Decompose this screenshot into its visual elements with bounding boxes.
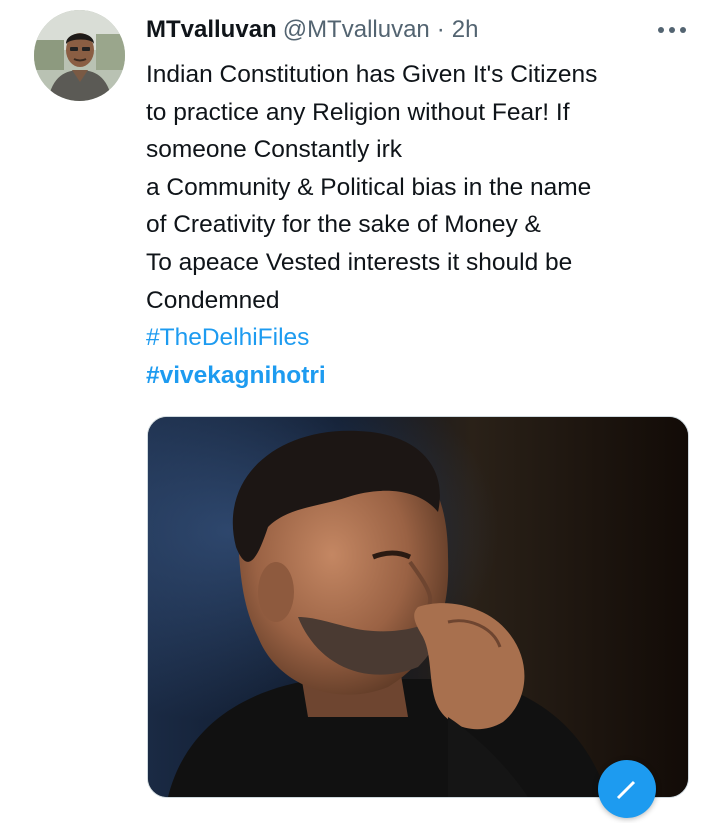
tweet[interactable]: MTvalluvan @MTvalluvan · 2h Indian Const… [0, 0, 710, 818]
tweet-text-line: someone Constantly irk [146, 136, 403, 164]
tweet-header: MTvalluvan @MTvalluvan · 2h [146, 14, 478, 46]
display-name[interactable]: MTvalluvan [146, 14, 277, 46]
compose-tweet-icon [616, 780, 636, 800]
tweet-media-image[interactable] [147, 416, 689, 798]
avatar[interactable] [34, 10, 125, 101]
tweet-text-line: a Community & Political bias in the name [146, 173, 592, 201]
hashtag-link[interactable]: #vivekagnihotri [146, 357, 691, 395]
tweet-text-line: of Creativity for the sake of Money & [146, 211, 541, 239]
tweet-text-line: Indian Constitution has Given It's Citiz… [146, 61, 598, 88]
timestamp[interactable]: 2h [452, 14, 479, 46]
hashtag-link[interactable]: #TheDelhiFiles [146, 319, 691, 357]
compose-tweet-button[interactable] [598, 760, 656, 818]
tweet-text: Indian Constitution has Given It's Citiz… [146, 56, 691, 394]
tweet-text-line: Condemned [146, 286, 280, 314]
avatar-image [34, 10, 125, 101]
user-handle[interactable]: @MTvalluvan [283, 14, 430, 46]
more-options-button[interactable] [652, 16, 692, 44]
tweet-text-line: To apeace Vested interests it should be [146, 248, 573, 276]
photo-portrait [148, 417, 688, 797]
header-separator: · [436, 16, 445, 43]
tweet-text-line: to practice any Religion without Fear! I… [146, 98, 570, 126]
more-horizontal-icon [658, 27, 686, 33]
